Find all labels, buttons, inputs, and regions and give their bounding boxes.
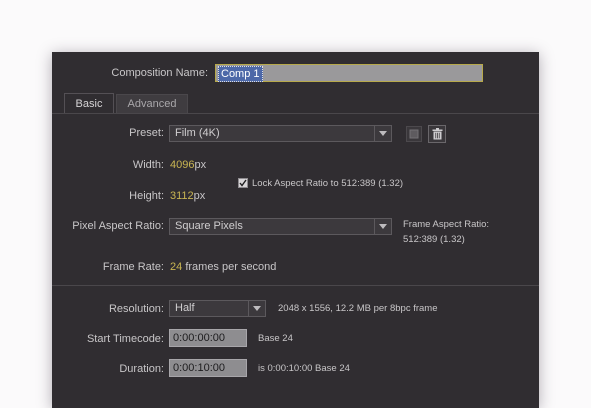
frame-rate-value: 24 — [170, 261, 183, 273]
frame-rate-field[interactable]: 24 frames per second — [170, 261, 276, 273]
height-value: 3112 — [170, 190, 194, 202]
width-value: 4096 — [170, 159, 195, 171]
lock-aspect-checkbox[interactable] — [238, 178, 248, 188]
width-unit: px — [194, 159, 207, 171]
duration-input[interactable]: 0:00:10:00 — [169, 359, 247, 377]
frame-aspect-value: 512:389 (1.32) — [403, 234, 465, 245]
preset-dropdown[interactable]: Film (4K) — [169, 125, 392, 142]
resolution-label: Resolution: — [108, 303, 164, 315]
pixel-aspect-label: Pixel Aspect Ratio: — [72, 220, 164, 232]
duration-label: Duration: — [119, 363, 164, 375]
frame-rate-label: Frame Rate: — [102, 261, 164, 273]
resolution-value: Half — [175, 302, 195, 314]
resolution-dropdown[interactable]: Half — [169, 300, 266, 317]
composition-name-input[interactable]: Comp 1 — [215, 64, 483, 82]
section-divider — [52, 285, 539, 286]
preset-value: Film (4K) — [175, 127, 220, 139]
composition-settings-dialog: Composition Name: Comp 1 Basic Advanced … — [52, 52, 539, 408]
width-label: Width: — [132, 159, 164, 171]
tab-basic[interactable]: Basic — [64, 93, 114, 113]
duration-info: is 0:00:10:00 Base 24 — [258, 363, 350, 374]
height-field[interactable]: 3112px — [170, 190, 205, 202]
height-label: Height: — [129, 190, 164, 202]
frame-aspect-label: Frame Aspect Ratio: — [403, 219, 490, 230]
checkmark-icon — [239, 179, 247, 187]
lock-aspect-label: Lock Aspect Ratio to 512:389 (1.32) — [252, 178, 404, 189]
start-timecode-label: Start Timecode: — [86, 333, 164, 345]
resolution-info: 2048 x 1556, 12.2 MB per 8bpc frame — [278, 303, 438, 314]
preset-label: Preset: — [129, 127, 164, 139]
frame-rate-unit: frames per second — [185, 261, 277, 273]
height-unit: px — [193, 190, 206, 202]
composition-name-value: Comp 1 — [218, 66, 263, 82]
start-timecode-base: Base 24 — [258, 333, 293, 344]
pixel-aspect-dropdown[interactable]: Square Pixels — [169, 218, 392, 235]
chevron-down-icon — [374, 126, 391, 141]
save-preset-icon[interactable] — [406, 126, 422, 142]
tab-advanced[interactable]: Advanced — [116, 94, 188, 113]
trash-icon[interactable] — [428, 125, 446, 143]
chevron-down-icon — [248, 301, 265, 316]
start-timecode-input[interactable]: 0:00:00:00 — [169, 329, 247, 347]
width-field[interactable]: 4096px — [170, 159, 206, 171]
tab-divider — [52, 113, 539, 114]
composition-name-label: Composition Name: — [111, 67, 208, 79]
chevron-down-icon — [374, 219, 391, 234]
pixel-aspect-value: Square Pixels — [175, 220, 243, 232]
